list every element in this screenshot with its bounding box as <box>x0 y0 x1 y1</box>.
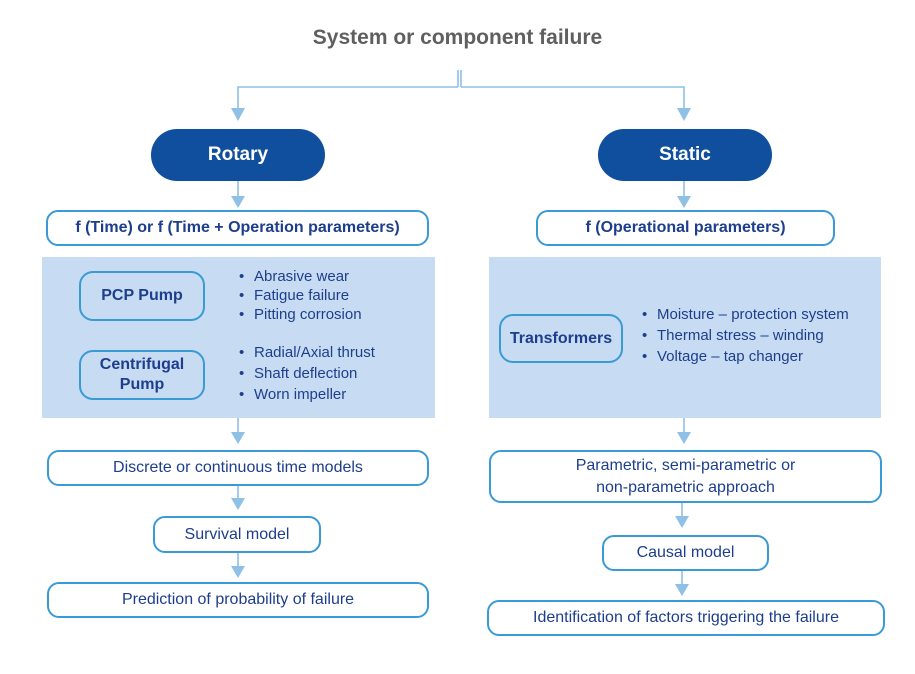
pcp-pump-failure-list: Abrasive wear Fatigue failure Pitting co… <box>239 267 429 324</box>
equipment-transformers-label: Transformers <box>509 329 613 347</box>
category-static-label: Static <box>659 144 711 165</box>
rotary-outcome-label: Prediction of probability of failure <box>121 591 355 608</box>
transformers-failure-list: Moisture – protection system Thermal str… <box>642 304 877 367</box>
equipment-transformers: Transformers <box>499 314 623 363</box>
centrifugal-pump-failure-list: Radial/Axial thrust Shaft deflection Wor… <box>239 342 429 405</box>
arrowhead <box>675 516 689 528</box>
category-rotary: Rotary <box>151 129 325 181</box>
equipment-centrifugal-pump: Centrifugal Pump <box>79 350 205 400</box>
failure-item: Radial/Axial thrust <box>239 342 429 363</box>
failure-item: Fatigue failure <box>239 286 429 305</box>
equipment-centrifugal-pump-label: Centrifugal Pump <box>99 356 185 393</box>
rotary-function-box: f (Time) or f (Time + Operation paramete… <box>46 210 429 246</box>
static-approach-line1: Parametric, semi-parametric or <box>575 456 796 474</box>
failure-item: Moisture – protection system <box>642 304 877 325</box>
static-outcome-box: Identification of factors triggering the… <box>487 600 885 636</box>
failure-item: Pitting corrosion <box>239 305 429 324</box>
arrowhead <box>675 584 689 596</box>
connector-to-rotary <box>237 86 458 108</box>
rotary-model-type-label: Discrete or continuous time models <box>113 459 363 476</box>
rotary-outcome-box: Prediction of probability of failure <box>47 582 429 618</box>
arrowhead <box>677 196 691 208</box>
rotary-function-label: f (Time) or f (Time + Operation paramete… <box>75 219 400 236</box>
failure-item: Shaft deflection <box>239 363 429 384</box>
diagram-title: System or component failure <box>312 26 603 49</box>
static-approach-box: Parametric, semi-parametric or non-param… <box>489 450 882 503</box>
arrowhead <box>231 498 245 510</box>
arrowhead <box>231 196 245 208</box>
arrowhead <box>231 432 245 444</box>
static-model-box: Causal model <box>602 535 769 571</box>
arrowhead <box>677 432 691 444</box>
rotary-model-type-box: Discrete or continuous time models <box>47 450 429 486</box>
connector-to-static <box>461 86 685 108</box>
static-function-label: f (Operational parameters) <box>585 219 786 236</box>
rotary-model-label: Survival model <box>184 525 290 543</box>
static-outcome-label: Identification of factors triggering the… <box>533 609 839 626</box>
static-approach-line2: non-parametric approach <box>596 478 775 496</box>
arrowhead <box>677 108 691 121</box>
static-function-box: f (Operational parameters) <box>536 210 835 246</box>
failure-item: Voltage – tap changer <box>642 346 877 367</box>
category-static: Static <box>598 129 772 181</box>
rotary-model-box: Survival model <box>153 516 321 553</box>
failure-item: Thermal stress – winding <box>642 325 877 346</box>
failure-item: Worn impeller <box>239 384 429 405</box>
equipment-pcp-pump-label: PCP Pump <box>101 287 183 304</box>
arrowhead <box>231 566 245 578</box>
arrowhead <box>231 108 245 121</box>
equipment-pcp-pump: PCP Pump <box>79 271 205 321</box>
failure-item: Abrasive wear <box>239 267 429 286</box>
category-rotary-label: Rotary <box>207 144 269 165</box>
static-model-label: Causal model <box>636 544 735 561</box>
